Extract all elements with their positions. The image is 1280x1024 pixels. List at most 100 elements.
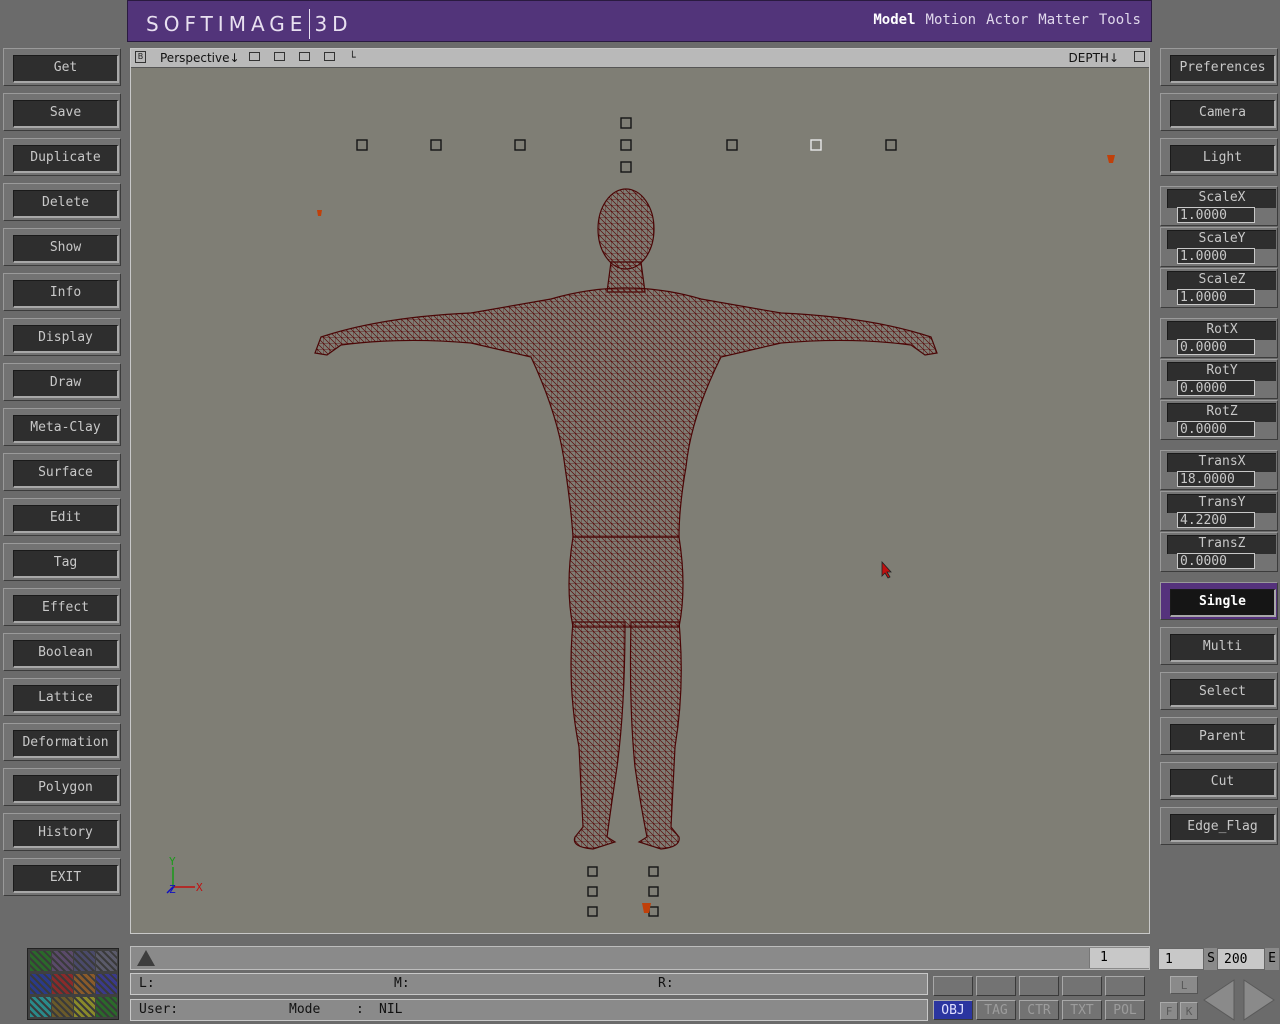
meta-clay-button[interactable]: Meta-Clay xyxy=(13,415,119,443)
parent-button[interactable]: Parent xyxy=(1170,724,1276,752)
module-motion[interactable]: Motion xyxy=(926,12,977,28)
history-button[interactable]: History xyxy=(13,820,119,848)
human-wireframe-model[interactable] xyxy=(314,188,938,850)
module-model[interactable]: Model xyxy=(873,12,915,28)
mode-slot[interactable] xyxy=(1062,976,1102,996)
null-marker[interactable] xyxy=(726,139,738,151)
null-marker[interactable] xyxy=(648,886,659,897)
end-frame-field[interactable]: 200 xyxy=(1217,948,1265,970)
transx-input[interactable]: 18.0000 xyxy=(1177,471,1255,487)
timeline-bar[interactable]: 1 xyxy=(130,946,1150,970)
key-f-button[interactable]: F xyxy=(1160,1002,1178,1020)
delete-button[interactable]: Delete xyxy=(13,190,119,218)
start-frame-field[interactable]: 1 xyxy=(1158,948,1204,970)
duplicate-button[interactable]: Duplicate xyxy=(13,145,119,173)
preferences-button[interactable]: Preferences xyxy=(1170,55,1276,83)
null-marker[interactable] xyxy=(620,117,632,129)
display-button[interactable]: Display xyxy=(13,325,119,353)
effect-button[interactable]: Effect xyxy=(13,595,119,623)
null-marker[interactable] xyxy=(514,139,526,151)
view-icon-2[interactable] xyxy=(274,52,285,61)
scalex-input[interactable]: 1.0000 xyxy=(1177,207,1255,223)
light-button[interactable]: Light xyxy=(1170,145,1276,173)
mode-slot[interactable] xyxy=(933,976,973,996)
module-matter[interactable]: Matter xyxy=(1038,12,1089,28)
null-marker[interactable] xyxy=(587,906,598,917)
palette-swatch[interactable] xyxy=(30,951,51,971)
view-icon-3[interactable] xyxy=(299,52,310,61)
rotz-input[interactable]: 0.0000 xyxy=(1177,421,1255,437)
color-palette[interactable] xyxy=(27,948,119,1020)
deformation-button[interactable]: Deformation xyxy=(13,730,119,758)
palette-swatch[interactable] xyxy=(52,951,73,971)
null-marker[interactable] xyxy=(620,161,632,173)
palette-swatch[interactable] xyxy=(96,974,117,994)
scene-canvas[interactable]: Y X Z xyxy=(131,67,1149,933)
palette-swatch[interactable] xyxy=(96,997,117,1017)
draw-button[interactable]: Draw xyxy=(13,370,119,398)
view-icon-4[interactable] xyxy=(324,52,335,61)
null-marker[interactable] xyxy=(430,139,442,151)
show-button[interactable]: Show xyxy=(13,235,119,263)
camera-button[interactable]: Camera xyxy=(1170,100,1276,128)
null-marker[interactable] xyxy=(620,139,632,151)
get-button[interactable]: Get xyxy=(13,55,119,83)
mode-slot[interactable] xyxy=(1105,976,1145,996)
boolean-button[interactable]: Boolean xyxy=(13,640,119,668)
null-marker-selected[interactable] xyxy=(810,139,822,151)
current-frame-field[interactable]: 1 xyxy=(1089,948,1149,968)
next-frame-icon[interactable] xyxy=(1240,978,1278,1022)
light-icon[interactable] xyxy=(1107,155,1115,163)
maximize-viewport-icon[interactable] xyxy=(1134,51,1145,62)
mode-tag-button[interactable]: TAG xyxy=(976,1000,1016,1020)
mode-ctr-button[interactable]: CTR xyxy=(1019,1000,1059,1020)
transy-input[interactable]: 4.2200 xyxy=(1177,512,1255,528)
module-actor[interactable]: Actor xyxy=(986,12,1028,28)
camera-selector[interactable]: Perspective↓ xyxy=(160,51,240,65)
save-button[interactable]: Save xyxy=(13,100,119,128)
edge-flag-button[interactable]: Edge_Flag xyxy=(1170,814,1276,842)
module-tools[interactable]: Tools xyxy=(1099,12,1141,28)
key-l-button[interactable]: L xyxy=(1170,976,1198,994)
null-marker[interactable] xyxy=(648,866,659,877)
mode-slot[interactable] xyxy=(976,976,1016,996)
null-marker[interactable] xyxy=(356,139,368,151)
tag-button[interactable]: Tag xyxy=(13,550,119,578)
palette-swatch[interactable] xyxy=(52,974,73,994)
palette-swatch[interactable] xyxy=(74,997,95,1017)
null-marker[interactable] xyxy=(648,906,659,917)
palette-swatch[interactable] xyxy=(74,951,95,971)
roty-input[interactable]: 0.0000 xyxy=(1177,380,1255,396)
surface-button[interactable]: Surface xyxy=(13,460,119,488)
polygon-button[interactable]: Polygon xyxy=(13,775,119,803)
scaley-input[interactable]: 1.0000 xyxy=(1177,248,1255,264)
info-button[interactable]: Info xyxy=(13,280,119,308)
edit-button[interactable]: Edit xyxy=(13,505,119,533)
scalez-input[interactable]: 1.0000 xyxy=(1177,289,1255,305)
multi-button[interactable]: Multi xyxy=(1170,634,1276,662)
null-marker[interactable] xyxy=(885,139,897,151)
view-icon-1[interactable] xyxy=(249,52,260,61)
null-marker[interactable] xyxy=(587,866,598,877)
depth-selector[interactable]: DEPTH↓ xyxy=(1069,51,1119,65)
light-icon[interactable] xyxy=(317,210,322,216)
previous-frame-icon[interactable] xyxy=(1200,978,1238,1022)
mode-pol-button[interactable]: POL xyxy=(1105,1000,1145,1020)
viewport-corner-button[interactable]: B xyxy=(135,51,146,63)
palette-swatch[interactable] xyxy=(30,997,51,1017)
mode-txt-button[interactable]: TXT xyxy=(1062,1000,1102,1020)
timeline-slider-handle[interactable] xyxy=(137,950,155,966)
select-button[interactable]: Select xyxy=(1170,679,1276,707)
palette-swatch[interactable] xyxy=(52,997,73,1017)
palette-swatch[interactable] xyxy=(74,974,95,994)
palette-swatch[interactable] xyxy=(96,951,117,971)
rotx-input[interactable]: 0.0000 xyxy=(1177,339,1255,355)
transz-input[interactable]: 0.0000 xyxy=(1177,553,1255,569)
perspective-viewport[interactable]: B Perspective↓ └ DEPTH↓ Y X Z xyxy=(130,48,1150,934)
lattice-button[interactable]: Lattice xyxy=(13,685,119,713)
mode-slot[interactable] xyxy=(1019,976,1059,996)
rotate-view-icon[interactable]: └ xyxy=(349,51,356,64)
palette-swatch[interactable] xyxy=(30,974,51,994)
mode-obj-button[interactable]: OBJ xyxy=(933,1000,973,1020)
exit-button[interactable]: EXIT xyxy=(13,865,119,893)
